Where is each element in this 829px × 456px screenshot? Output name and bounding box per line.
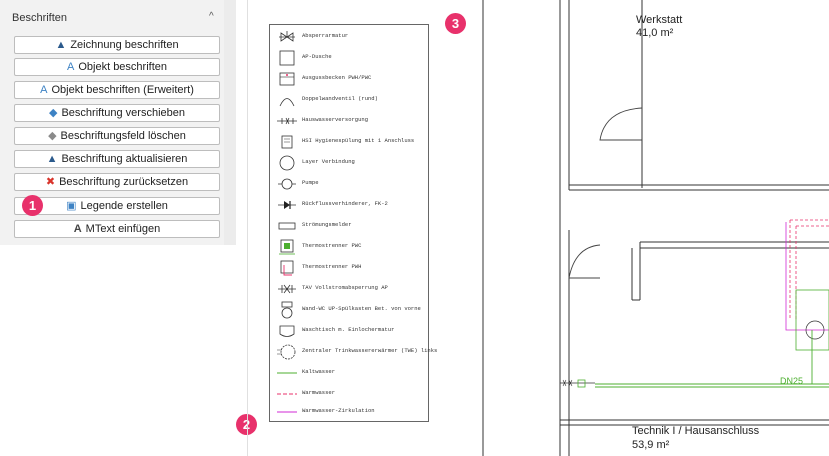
water-heater-unit — [795, 289, 829, 351]
door-swing — [599, 107, 643, 141]
room-name: Werkstatt — [636, 14, 683, 26]
room-area: 41,0 m² — [636, 27, 674, 39]
water-meter-symbol — [560, 379, 595, 388]
door-swing — [568, 244, 601, 279]
floor-plan-drawing[interactable] — [0, 0, 829, 456]
room-name: Technik I / Hausanschluss — [632, 425, 760, 437]
pipe-dimension-label: DN25 — [780, 376, 804, 386]
room-area: 53,9 m² — [632, 439, 670, 451]
circulation-pipe — [785, 222, 829, 331]
